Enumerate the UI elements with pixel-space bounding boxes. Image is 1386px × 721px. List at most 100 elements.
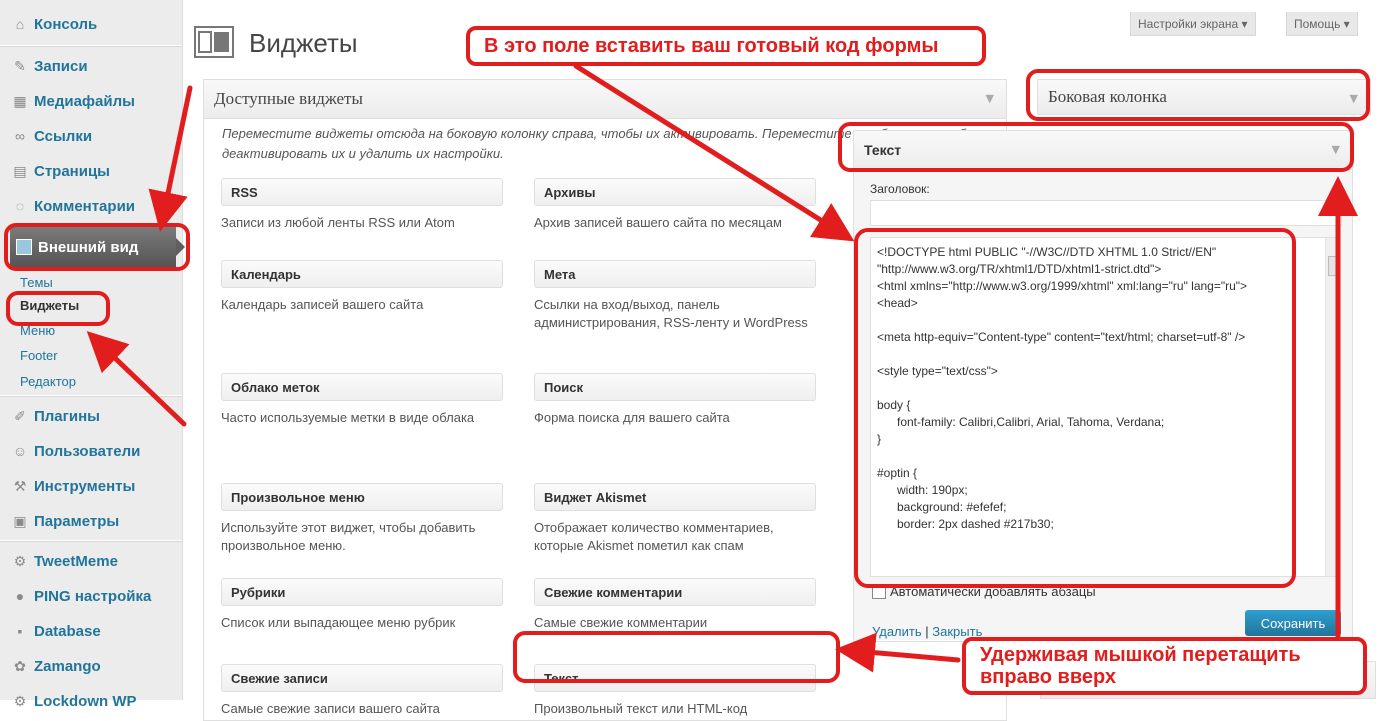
- sidebar-item-appearance[interactable]: Внешний вид: [10, 227, 185, 267]
- users-icon: ☺: [12, 443, 28, 459]
- sidebar-item-zamango[interactable]: ✿ Zamango: [0, 649, 182, 683]
- widget-description: Отображает количество комментариев, кото…: [534, 520, 774, 553]
- plugin-icon: ✐: [14, 408, 26, 424]
- sidebar-item-tools[interactable]: ⚒ Инструменты: [0, 469, 182, 503]
- widget-item[interactable]: Виджет Akismet: [534, 483, 816, 511]
- home-icon: ⌂: [15, 16, 25, 32]
- sidebar-item-page[interactable]: ▤ Страницы: [0, 154, 182, 188]
- widget-item[interactable]: Текст: [534, 664, 816, 692]
- sidebar-item-label: Страницы: [34, 162, 110, 180]
- text-widget-header[interactable]: Текст ▼: [854, 131, 1352, 170]
- sidebar-item-label: Инструменты: [34, 477, 136, 495]
- menu-separator: [0, 45, 182, 47]
- submenu-item[interactable]: Темы: [20, 275, 53, 290]
- gear-icon: ⚙: [13, 553, 27, 569]
- screen-options-button[interactable]: Настройки экрана ▾: [1130, 12, 1256, 36]
- widget-description: Записи из любой ленты RSS или Atom: [221, 215, 455, 230]
- sidebar-item-link[interactable]: ∞ Ссылки: [0, 119, 182, 153]
- available-widgets-header[interactable]: Доступные виджеты ▼: [204, 80, 1006, 119]
- sidebar-panel-title: Боковая колонка: [1048, 87, 1167, 106]
- sidebar-item-label: Zamango: [34, 657, 101, 675]
- appearance-icon: [16, 239, 32, 255]
- sidebar-item-users[interactable]: ☺ Пользователи: [0, 434, 182, 468]
- auto-paragraph-option[interactable]: Автоматически добавлять абзацы: [872, 584, 1096, 599]
- sidebar-item-gear[interactable]: ⚙ TweetMeme: [0, 544, 182, 578]
- sidebar-item-plugin[interactable]: ✐ Плагины: [0, 399, 182, 433]
- link-separator: |: [925, 624, 929, 639]
- widget-description: Произвольный текст или HTML-код: [534, 701, 748, 716]
- sidebar-item-label: TweetMeme: [34, 552, 118, 570]
- sidebar-item-label: PING настройка: [34, 587, 152, 605]
- widget-item[interactable]: Облако меток: [221, 373, 503, 401]
- sidebar-item-label: Плагины: [34, 407, 100, 425]
- widget-description: Самые свежие комментарии: [534, 615, 708, 630]
- sidebar-item-comment[interactable]: ◌ Комментарии: [0, 189, 182, 223]
- widget-item[interactable]: Рубрики: [221, 578, 503, 606]
- sidebar-item-pin[interactable]: ✎ Записи: [0, 49, 182, 83]
- code-textarea[interactable]: <!DOCTYPE html PUBLIC "-//W3C//DTD XHTML…: [870, 237, 1340, 577]
- globe-icon: ●: [15, 588, 25, 604]
- widget-item[interactable]: Мета: [534, 260, 816, 288]
- sidebar-item-label: Lockdown WP: [34, 692, 137, 710]
- database-icon: ▪: [17, 623, 23, 639]
- sidebar-item-label: Консоль: [34, 15, 98, 33]
- sidebar-item-label: Пользователи: [34, 442, 141, 460]
- annotation-top: В это поле вставить ваш готовый код форм…: [466, 26, 986, 66]
- submenu-item[interactable]: Footer: [20, 348, 58, 363]
- widget-description: Список или выпадающее меню рубрик: [221, 615, 456, 630]
- widget-control-links: Удалить | Закрыть: [872, 624, 982, 639]
- code-scrollbar[interactable]: [1325, 238, 1340, 576]
- admin-sidebar: ⌂ Консоль ✎ Записи ▦ Медиафайлы ∞ Ссылки ▤ Страни…: [0, 0, 185, 710]
- scrollbar-thumb[interactable]: [1328, 256, 1338, 276]
- submenu-item[interactable]: Меню: [20, 323, 55, 338]
- sidebar-item-label: Записи: [34, 57, 88, 75]
- menu-separator: [0, 540, 182, 542]
- widget-item[interactable]: Календарь: [221, 260, 503, 288]
- help-button[interactable]: Помощь ▾: [1286, 12, 1358, 36]
- widget-description: Самые свежие записи вашего сайта: [221, 701, 440, 716]
- available-widgets-title: Доступные виджеты: [214, 89, 363, 108]
- comment-icon: ◌: [15, 198, 25, 214]
- widget-description: Ссылки на вход/выход, панель администрир…: [534, 297, 808, 330]
- sidebar-item-settings[interactable]: ▣ Параметры: [0, 504, 182, 538]
- submenu-item[interactable]: Виджеты: [20, 298, 79, 313]
- widget-description: Архив записей вашего сайта по месяцам: [534, 215, 782, 230]
- page-title: Виджеты: [249, 28, 358, 58]
- text-widget: Текст ▼ Заголовок: <!DOCTYPE html PUBLIC…: [853, 130, 1353, 642]
- sidebar-item-home[interactable]: ⌂ Консоль: [0, 7, 182, 41]
- chevron-down-icon[interactable]: ▼: [1332, 143, 1340, 156]
- title-input[interactable]: [870, 200, 1342, 226]
- widget-item[interactable]: Произвольное меню: [221, 483, 503, 511]
- sidebar-item-label: Комментарии: [34, 197, 136, 215]
- page-icon: ▤: [13, 163, 27, 179]
- sidebar-item-media[interactable]: ▦ Медиафайлы: [0, 84, 182, 118]
- widget-description: Календарь записей вашего сайта: [221, 297, 424, 312]
- chevron-down-icon[interactable]: ▼: [1350, 92, 1358, 105]
- annotation-bottom: Удерживая мышкой перетащить вправо вверх: [962, 637, 1367, 695]
- sidebar-item-globe[interactable]: ● PING настройка: [0, 579, 182, 613]
- pin-icon: ✎: [14, 58, 26, 74]
- widget-item[interactable]: Свежие комментарии: [534, 578, 816, 606]
- submenu-item[interactable]: Редактор: [20, 374, 76, 389]
- menu-separator: [0, 395, 182, 397]
- sidebar-item-database[interactable]: ▪ Database: [0, 614, 182, 648]
- auto-paragraph-checkbox[interactable]: [872, 584, 886, 599]
- sidebar-panel-header[interactable]: Боковая колонка ▼: [1037, 79, 1371, 115]
- sidebar-item-label: Медиафайлы: [34, 92, 135, 110]
- widget-item[interactable]: RSS: [221, 178, 503, 206]
- sidebar-item-label: Ссылки: [34, 127, 93, 145]
- widget-item[interactable]: Свежие записи: [221, 664, 503, 692]
- delete-link[interactable]: Удалить: [872, 624, 922, 639]
- widget-item[interactable]: Архивы: [534, 178, 816, 206]
- text-widget-title: Текст: [864, 142, 902, 158]
- widget-description: Часто используемые метки в виде облака: [221, 410, 475, 425]
- widget-item[interactable]: Поиск: [534, 373, 816, 401]
- widget-description: Используйте этот виджет, чтобы добавить …: [221, 520, 476, 553]
- tools-icon: ⚒: [13, 478, 27, 494]
- chevron-down-icon[interactable]: ▼: [986, 92, 994, 105]
- auto-paragraph-label: Автоматически добавлять абзацы: [890, 584, 1096, 599]
- save-button[interactable]: Сохранить: [1245, 610, 1341, 636]
- title-label: Заголовок:: [870, 182, 930, 196]
- media-icon: ▦: [13, 93, 27, 109]
- sidebar-item-lock[interactable]: ⚙ Lockdown WP: [0, 684, 182, 718]
